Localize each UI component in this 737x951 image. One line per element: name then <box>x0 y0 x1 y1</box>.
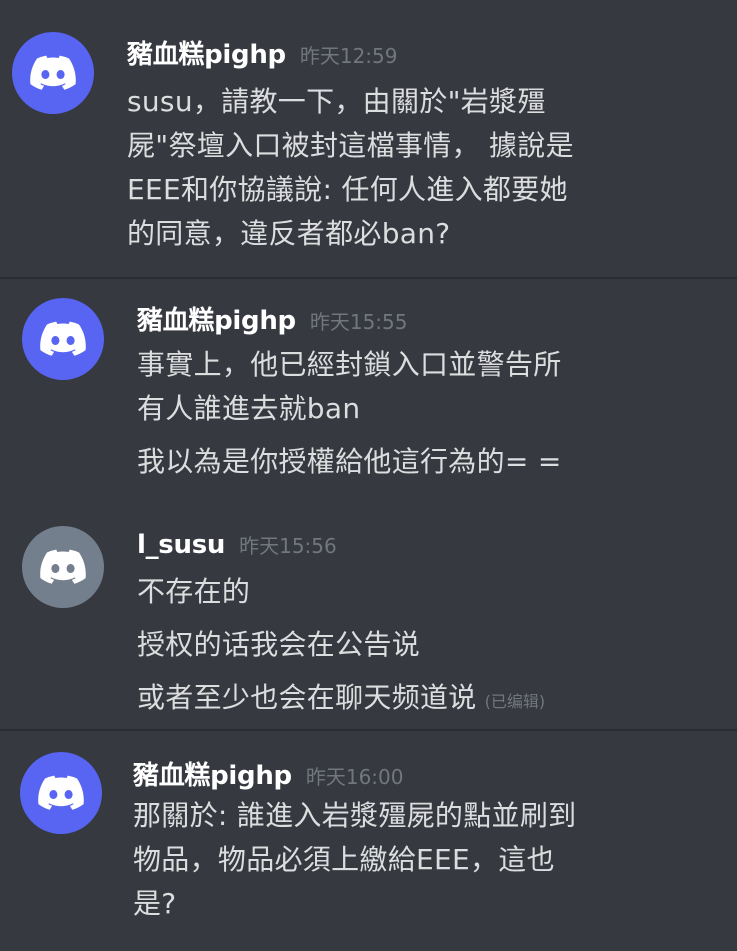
timestamp: 昨天12:59 <box>299 44 398 68</box>
message-line: 事實上，他已經封鎖入口並警告所 <box>137 348 562 381</box>
avatar[interactable] <box>22 526 104 608</box>
discord-logo-icon <box>40 321 86 356</box>
message-line: 我以為是你授權給他這行為的= = <box>137 445 562 478</box>
discord-logo-icon <box>38 775 84 810</box>
message-line: EEE和你協議說: 任何人進入都要她 <box>127 173 568 206</box>
message-header: l_susu 昨天15:56 <box>137 530 337 560</box>
message-line: 有人誰進去就ban <box>137 392 361 425</box>
divider <box>0 277 737 279</box>
message-line: 或者至少也会在聊天频道说 (已编辑) <box>137 676 545 716</box>
avatar[interactable] <box>22 298 104 380</box>
timestamp: 昨天15:56 <box>239 534 337 558</box>
avatar[interactable] <box>12 32 94 114</box>
message-line: susu，請教一下，由關於"岩漿殭 <box>127 85 546 118</box>
discord-logo-icon <box>40 549 86 584</box>
username[interactable]: l_susu <box>137 530 225 560</box>
message-header: 豬血糕pighp 昨天12:59 <box>127 34 398 71</box>
message-line: 的同意，違反者都必ban? <box>127 217 451 250</box>
username[interactable]: 豬血糕pighp <box>127 34 286 71</box>
message-line: 不存在的 <box>137 575 251 608</box>
message-header: 豬血糕pighp 昨天16:00 <box>133 755 404 792</box>
message-header: 豬血糕pighp 昨天15:55 <box>137 300 408 337</box>
message-line: 那關於: 誰進入岩漿殭屍的點並刷到 <box>133 799 577 832</box>
discord-logo-icon <box>30 55 76 90</box>
message-line: 授权的话我会在公告说 <box>137 628 421 661</box>
message-line: 屍"祭壇入口被封這檔事情， 據說是 <box>127 129 574 162</box>
edited-label: (已编辑) <box>484 692 546 711</box>
timestamp: 昨天16:00 <box>305 765 404 789</box>
message-line: 是? <box>133 887 177 920</box>
timestamp: 昨天15:55 <box>309 310 408 334</box>
username[interactable]: 豬血糕pighp <box>137 300 296 337</box>
username[interactable]: 豬血糕pighp <box>133 755 292 792</box>
avatar[interactable] <box>20 752 102 834</box>
divider <box>0 729 737 731</box>
message-line: 物品，物品必須上繳給EEE，這也 <box>133 843 555 876</box>
message-text: 或者至少也会在聊天频道说 <box>137 681 477 714</box>
